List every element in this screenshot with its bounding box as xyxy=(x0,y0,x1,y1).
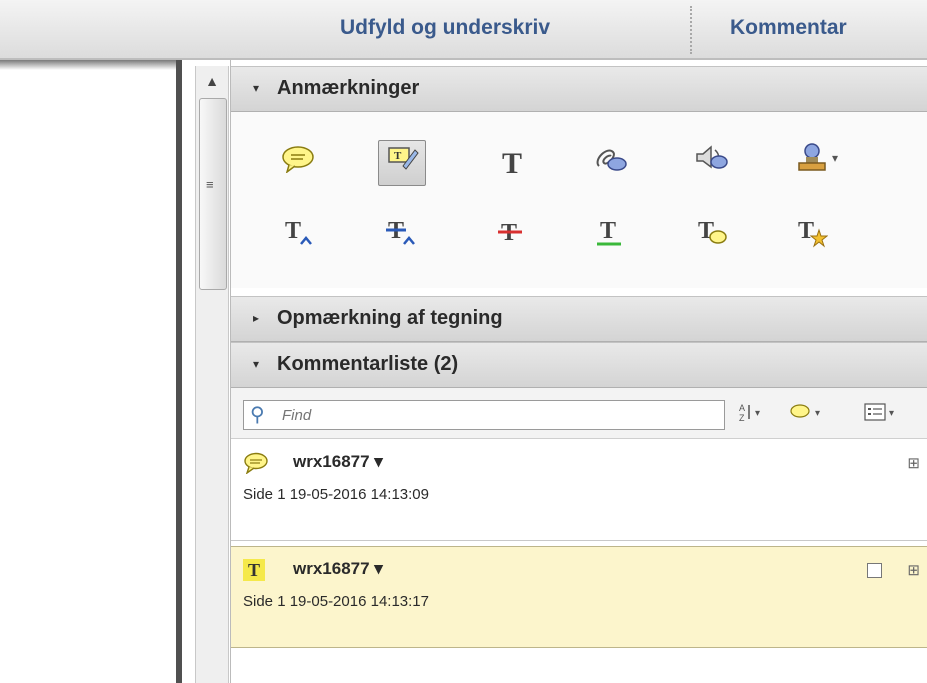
comment-search-bar: ⚲ AZ ▾ ▾ ▾ xyxy=(231,388,927,439)
svg-text:A: A xyxy=(739,403,745,413)
text-highlight-glyph: T xyxy=(243,559,266,581)
svg-text:▾: ▾ xyxy=(889,408,894,419)
comment-author[interactable]: wrx16877 ▾ xyxy=(293,559,383,579)
scroll-grip-icon: ≡ xyxy=(206,177,214,192)
comment-list-section-header[interactable]: ▾ Kommentarliste (2) xyxy=(231,342,927,388)
collapse-arrow-icon: ▾ xyxy=(253,357,260,371)
search-icon: ⚲ xyxy=(250,404,265,426)
document-shadow xyxy=(0,60,182,70)
toolbar-divider xyxy=(690,6,692,54)
text-note-icon[interactable]: T xyxy=(688,216,734,260)
expand-arrow-icon: ▸ xyxy=(253,311,260,325)
replace-text-icon[interactable]: T xyxy=(378,216,424,260)
stamp-icon[interactable]: ▾ xyxy=(791,142,851,186)
attach-file-icon[interactable] xyxy=(588,142,634,186)
expand-icon[interactable]: ⊞ xyxy=(907,454,920,472)
comment-checkbox[interactable] xyxy=(867,563,882,578)
comment-tab[interactable]: Kommentar xyxy=(730,16,847,40)
collapse-arrow-icon: ▾ xyxy=(253,81,260,95)
comment-meta: Side 1 19-05-2016 14:13:09 xyxy=(243,486,429,503)
annotations-section-header[interactable]: ▾ Anmærkninger xyxy=(231,66,927,112)
svg-text:▾: ▾ xyxy=(815,408,820,419)
fill-and-sign-tab[interactable]: Udfyld og underskriv xyxy=(340,16,550,40)
scroll-thumb[interactable]: ≡ xyxy=(199,98,227,290)
filter-comments-icon[interactable]: ▾ xyxy=(789,402,829,427)
highlight-text-icon[interactable]: T xyxy=(378,140,426,186)
underline-icon[interactable]: T xyxy=(588,216,634,260)
text-highlight-icon: T xyxy=(243,559,266,582)
drawing-markup-label: Opmærkning af tegning xyxy=(277,307,503,329)
annotation-tools: T T ▾ T T T T T T xyxy=(231,112,927,288)
options-menu-icon[interactable]: ▾ xyxy=(863,402,903,427)
sticky-note-icon xyxy=(243,452,269,480)
search-input[interactable] xyxy=(280,404,714,426)
record-audio-icon[interactable] xyxy=(688,142,734,186)
sticky-note-icon[interactable] xyxy=(275,142,321,186)
insert-text-icon[interactable]: T xyxy=(275,216,321,260)
comment-panel: ▾ Anmærkninger T T ▾ T T T T ▸ Opmærknin… xyxy=(230,60,927,683)
vertical-scrollbar[interactable]: ▲ ≡ xyxy=(195,66,229,683)
annotations-label: Anmærkninger xyxy=(277,77,420,99)
comment-list-label: Kommentarliste (2) xyxy=(277,353,459,375)
search-box[interactable]: ⚲ xyxy=(243,400,725,430)
strikethrough-icon[interactable]: T xyxy=(489,216,535,260)
svg-text:T: T xyxy=(798,218,814,244)
drawing-markup-section-header[interactable]: ▸ Opmærkning af tegning xyxy=(231,296,927,342)
svg-text:▾: ▾ xyxy=(755,408,760,419)
scroll-up-arrow-icon[interactable]: ▲ xyxy=(196,66,228,96)
svg-text:T: T xyxy=(285,218,301,244)
text-star-icon[interactable]: T xyxy=(788,216,834,260)
sort-icon[interactable]: A Z ▾ xyxy=(737,402,767,427)
comment-meta: Side 1 19-05-2016 14:13:17 xyxy=(243,593,429,610)
comment-author[interactable]: wrx16877 ▾ xyxy=(293,452,383,472)
comment-item[interactable]: wrx16877 ▾ Side 1 19-05-2016 14:13:09 ⊞ xyxy=(231,440,927,541)
comment-item-selected[interactable]: T wrx16877 ▾ Side 1 19-05-2016 14:13:17 … xyxy=(231,546,927,648)
svg-text:Z: Z xyxy=(739,413,745,422)
top-toolbar: Udfyld og underskriv Kommentar xyxy=(0,0,927,60)
add-text-icon[interactable]: T xyxy=(489,142,535,186)
document-edge xyxy=(176,60,182,683)
svg-text:T: T xyxy=(600,218,616,244)
document-view[interactable] xyxy=(0,60,182,683)
svg-text:▾: ▾ xyxy=(832,151,838,165)
svg-text:T: T xyxy=(394,150,402,162)
expand-icon[interactable]: ⊞ xyxy=(907,561,920,579)
